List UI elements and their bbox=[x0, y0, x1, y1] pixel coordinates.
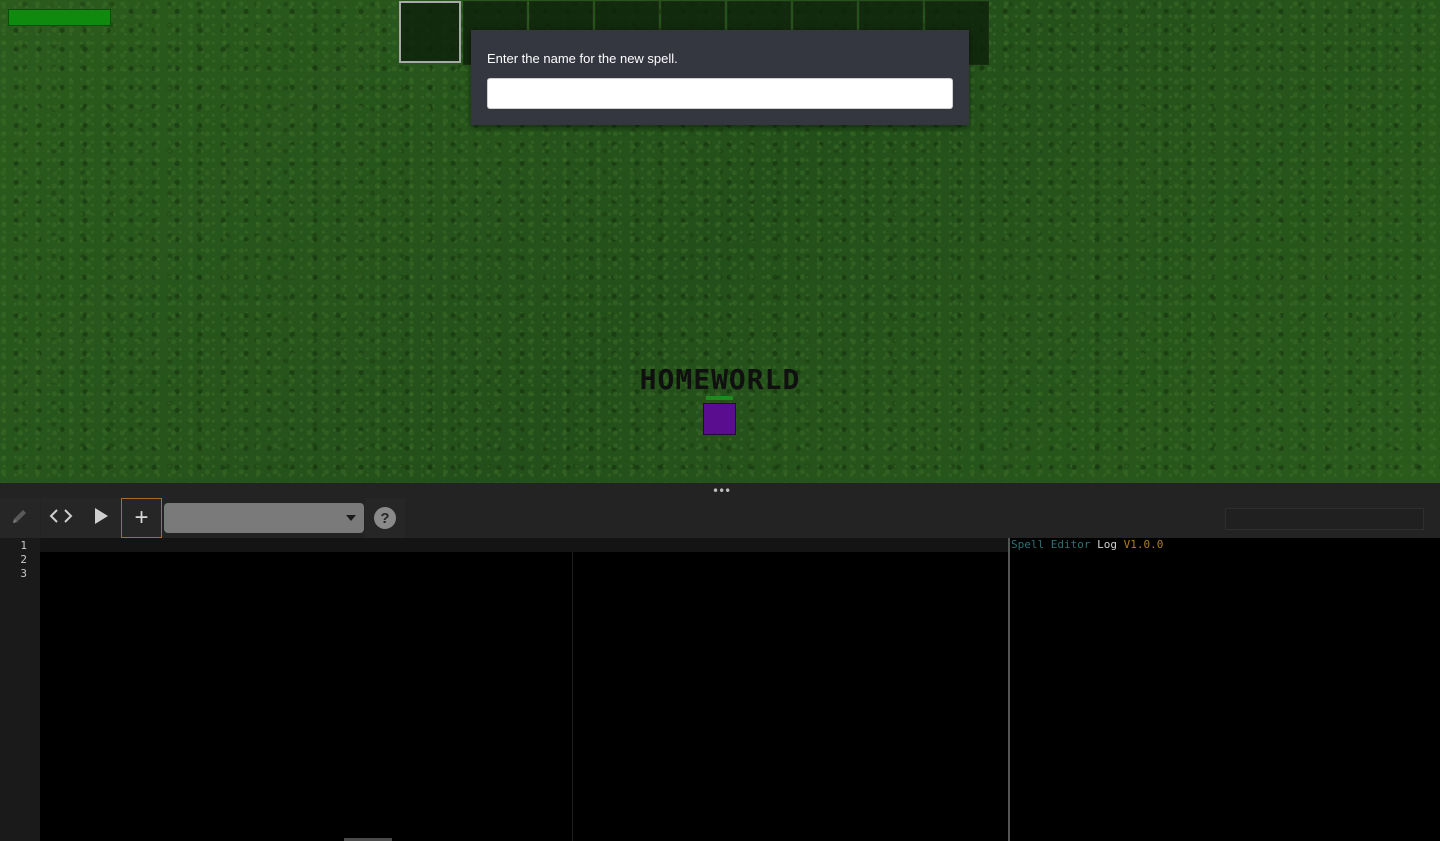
new-spell-dialog: Enter the name for the new spell. bbox=[471, 30, 969, 125]
add-spell-button[interactable]: + bbox=[121, 498, 162, 538]
line-number-gutter: 1 2 3 bbox=[0, 538, 40, 841]
line-number: 1 bbox=[20, 539, 27, 552]
player-health-bar bbox=[706, 396, 733, 400]
code-editor[interactable] bbox=[40, 538, 1008, 841]
toolbar-field[interactable] bbox=[1225, 508, 1424, 530]
help-button[interactable]: ? bbox=[365, 498, 405, 538]
print-margin bbox=[572, 552, 573, 841]
health-fill bbox=[9, 10, 110, 25]
help-icon: ? bbox=[374, 507, 396, 529]
run-button[interactable] bbox=[81, 498, 121, 538]
panel-resize-bar[interactable]: ••• bbox=[0, 483, 1440, 498]
log-title-word: Editor bbox=[1050, 538, 1091, 551]
active-line-highlight bbox=[40, 538, 1008, 552]
dialog-prompt: Enter the name for the new spell. bbox=[487, 51, 678, 66]
pencil-icon bbox=[10, 506, 30, 530]
world-name-label: HOMEWORLD bbox=[639, 363, 801, 396]
game-viewport[interactable]: HOMEWORLD Enter the name for the new spe… bbox=[0, 0, 1440, 483]
edit-button[interactable] bbox=[0, 498, 40, 538]
code-button[interactable] bbox=[41, 498, 81, 538]
help-label: ? bbox=[380, 509, 390, 527]
log-panel: Spell Editor Log V1.0.0 bbox=[1010, 538, 1440, 841]
editor-toolbar: + ? bbox=[0, 498, 1440, 538]
spell-select-dropdown[interactable] bbox=[164, 503, 364, 533]
log-title-word: Spell bbox=[1011, 538, 1045, 551]
drag-handle-icon[interactable]: ••• bbox=[712, 485, 731, 497]
chevron-down-icon bbox=[346, 515, 356, 521]
log-title-word: Log bbox=[1097, 538, 1117, 551]
code-brackets-icon bbox=[49, 508, 73, 528]
log-version: V1.0.0 bbox=[1123, 538, 1164, 551]
spell-name-input[interactable] bbox=[487, 78, 953, 109]
hotbar-slot-1[interactable] bbox=[399, 1, 461, 63]
plus-icon: + bbox=[134, 504, 149, 531]
health-bar bbox=[8, 9, 111, 26]
line-number: 3 bbox=[20, 567, 27, 580]
line-number: 2 bbox=[20, 553, 27, 566]
log-title: Spell Editor Log V1.0.0 bbox=[1011, 538, 1163, 551]
play-icon bbox=[93, 507, 109, 529]
player-avatar[interactable] bbox=[703, 403, 736, 435]
